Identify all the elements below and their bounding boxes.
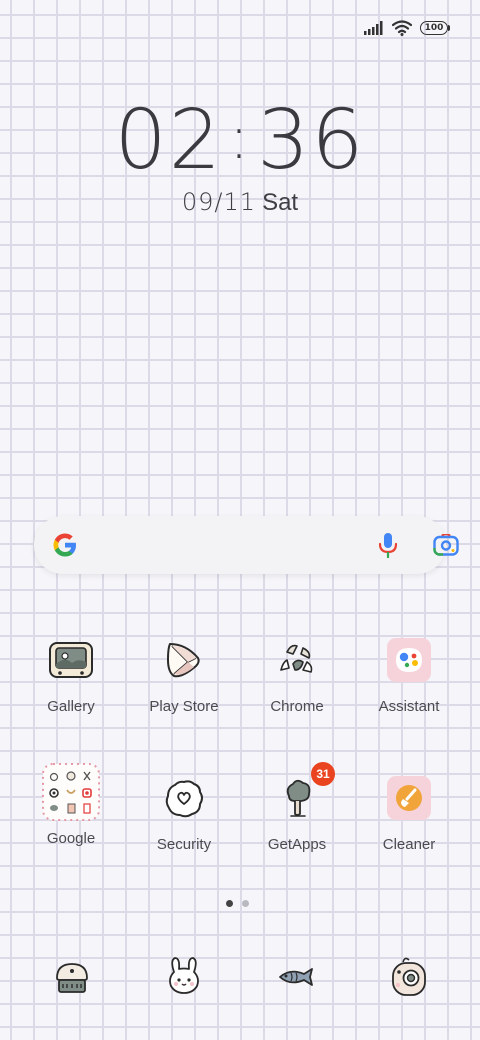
gallery-icon xyxy=(49,642,93,678)
date-weekday: Sat xyxy=(262,189,299,216)
google-folder-icon xyxy=(42,763,100,821)
google-search-bar[interactable] xyxy=(34,516,459,574)
dock-camera[interactable] xyxy=(385,952,433,1000)
security-icon xyxy=(165,780,203,818)
date-day-month: 09/11 xyxy=(181,188,257,216)
app-label: Assistant xyxy=(378,698,440,715)
app-gallery[interactable]: Gallery xyxy=(16,636,126,715)
clock-minutes: 36 xyxy=(257,93,366,188)
app-label: Play Store xyxy=(149,698,219,715)
cleaner-icon xyxy=(387,776,431,820)
notification-badge: 31 xyxy=(311,762,335,786)
app-label: GetApps xyxy=(267,836,327,853)
camera-icon xyxy=(392,957,426,996)
page-indicator[interactable] xyxy=(226,900,249,907)
mic-icon[interactable] xyxy=(376,532,400,560)
app-label: Google xyxy=(46,830,96,847)
app-label: Security xyxy=(156,836,212,853)
clock-hours: 02 xyxy=(114,93,223,188)
app-cleaner[interactable]: Cleaner xyxy=(354,774,464,853)
dock-browser[interactable] xyxy=(272,952,320,1000)
play-store-icon xyxy=(167,643,200,678)
dock-messages[interactable] xyxy=(160,952,208,1000)
app-chrome[interactable]: Chrome xyxy=(242,636,352,715)
app-getapps[interactable]: 31 GetApps xyxy=(242,762,352,853)
lens-icon[interactable] xyxy=(433,534,459,556)
battery-level: 100 xyxy=(424,23,444,33)
assistant-icon xyxy=(387,638,431,682)
google-icon[interactable] xyxy=(50,530,80,560)
app-assistant[interactable]: Assistant xyxy=(354,636,464,715)
app-security[interactable]: Security xyxy=(129,774,239,853)
dock-phone[interactable] xyxy=(48,952,96,1000)
page-dot[interactable] xyxy=(242,900,249,907)
page-dot-active[interactable] xyxy=(226,900,233,907)
app-label: Cleaner xyxy=(382,836,436,853)
app-label: Gallery xyxy=(47,698,95,715)
wifi-icon xyxy=(392,20,412,36)
clock-separator: : xyxy=(228,103,252,173)
battery-icon: 100 xyxy=(420,21,450,35)
app-google-folder[interactable]: Google xyxy=(16,763,126,847)
date-label[interactable]: 09/11 Sat xyxy=(0,187,480,218)
home-screen: { "status_bar": { "battery_level": "100"… xyxy=(0,0,480,1040)
phone-icon xyxy=(56,963,88,993)
clock-widget[interactable]: 02:36 xyxy=(0,92,480,187)
signal-icon xyxy=(364,21,383,35)
app-play-store[interactable]: Play Store xyxy=(129,636,239,715)
status-bar: 100 xyxy=(364,16,450,40)
browser-icon xyxy=(279,968,313,986)
messages-icon xyxy=(169,957,199,994)
chrome-icon xyxy=(280,644,313,673)
app-label: Chrome xyxy=(270,698,324,715)
